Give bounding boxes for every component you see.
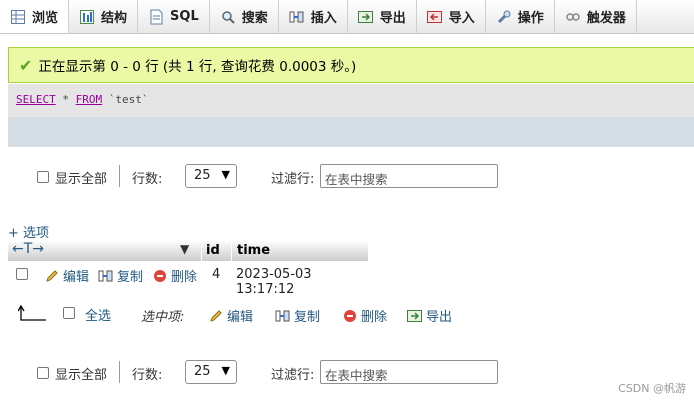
sql-query-footer (8, 117, 694, 147)
delete-icon (152, 268, 168, 284)
bulk-export-button[interactable]: 导出 (407, 306, 452, 325)
divider (119, 165, 120, 187)
tab-operations[interactable]: 操作 (486, 0, 555, 33)
column-header-id[interactable]: id (206, 240, 220, 261)
tab-label: 触发器 (586, 11, 626, 26)
tab-label: 搜索 (241, 11, 268, 26)
filter-label: 过滤行: (271, 368, 315, 383)
select-all-checkbox[interactable] (63, 307, 75, 319)
check-icon: ✔ (19, 55, 33, 75)
wrench-icon (496, 9, 512, 25)
tab-triggers[interactable]: 触发器 (555, 0, 637, 33)
tab-bar: 浏览 结构 SQL 搜索 插入 导出 导入 操作 触发器 (0, 0, 694, 34)
copy-icon (275, 308, 291, 324)
structure-icon (79, 9, 95, 25)
sql-keyword-select[interactable]: SELECT (16, 93, 56, 106)
cell-id: 4 (212, 267, 221, 282)
tab-browse[interactable]: 浏览 (0, 0, 70, 33)
row-copy-label: 复制 (117, 270, 144, 285)
row-delete-button[interactable]: 删除 (152, 266, 197, 285)
bulk-export-label: 导出 (426, 310, 453, 325)
row-checkbox[interactable] (16, 268, 28, 280)
export-icon (357, 9, 374, 25)
watermark: CSDN @帆游 (618, 382, 686, 395)
column-header-time[interactable]: time (237, 240, 270, 261)
tab-label: SQL (170, 9, 199, 24)
bulk-edit-button[interactable]: 编辑 (208, 306, 253, 325)
row-copy-button[interactable]: 复制 (98, 266, 143, 285)
search-icon (220, 9, 236, 25)
row-edit-label: 编辑 (63, 270, 90, 285)
tab-label: 插入 (310, 11, 337, 26)
success-message: ✔ 正在显示第 0 - 0 行 (共 1 行, 查询花费 0.0003 秒。) (8, 47, 694, 83)
table-row: 编辑 复制 删除 4 2023-05-03 13:17:12 (8, 262, 368, 297)
success-message-text: 正在显示第 0 - 0 行 (共 1 行, 查询花费 0.0003 秒。) (38, 59, 357, 75)
bulk-delete-label: 删除 (361, 310, 388, 325)
cell-time: 2023-05-03 13:17:12 (236, 267, 312, 297)
show-all-checkbox[interactable] (37, 367, 49, 379)
select-all-label[interactable]: 全选 (85, 305, 111, 324)
bulk-actions-row: 全选 选中项: 编辑 复制 删除 导出 (0, 304, 694, 329)
tab-sql[interactable]: SQL (138, 0, 210, 33)
rows-label: 行数: (132, 368, 163, 383)
row-edit-button[interactable]: 编辑 (44, 266, 89, 285)
rows-select[interactable]: 25 ▼ (185, 164, 237, 188)
sql-query-box: SELECT * FROM `test` (8, 84, 694, 117)
rows-select[interactable]: 25 ▼ (185, 360, 237, 384)
tab-structure[interactable]: 结构 (69, 0, 139, 33)
insert-icon (289, 9, 305, 25)
rows-label: 行数: (132, 172, 163, 187)
options-link[interactable]: + 选项 (8, 222, 49, 241)
header-divider (231, 240, 232, 261)
rows-select-value: 25 (194, 364, 211, 379)
tab-label: 导出 (379, 11, 406, 26)
nav-row-bottom: 显示全部 行数: 25 ▼ 过滤行: 在表中搜索 (0, 358, 694, 388)
pencil-icon (44, 268, 60, 284)
tab-label: 导入 (448, 11, 475, 26)
bulk-delete-button[interactable]: 删除 (342, 306, 387, 325)
header-divider (201, 240, 202, 261)
sql-table-name: `test` (102, 93, 149, 106)
trigger-icon (565, 9, 581, 25)
arrow-left-up-icon (17, 304, 48, 329)
export-icon (407, 308, 423, 324)
tab-export[interactable]: 导出 (348, 0, 417, 33)
with-selected-label: 选中项: (141, 310, 185, 325)
show-all-checkbox[interactable] (37, 171, 49, 183)
bulk-edit-label: 编辑 (227, 310, 254, 325)
import-icon (426, 9, 443, 25)
filter-label: 过滤行: (271, 172, 315, 187)
chevron-down-icon: ▼ (221, 364, 230, 377)
copy-icon (98, 268, 114, 284)
rows-select-value: 25 (194, 168, 211, 183)
row-delete-label: 删除 (171, 270, 198, 285)
browse-icon (10, 9, 26, 25)
bulk-copy-label: 复制 (294, 310, 321, 325)
sql-keyword-from[interactable]: FROM (76, 93, 103, 106)
show-all-label: 显示全部 (55, 368, 108, 383)
tab-insert[interactable]: 插入 (279, 0, 348, 33)
show-all-label: 显示全部 (55, 172, 108, 187)
table-header: ←T→ ▼ id time (8, 240, 368, 261)
divider (119, 361, 120, 383)
tab-search[interactable]: 搜索 (210, 0, 279, 33)
tab-label: 操作 (517, 11, 544, 26)
delete-icon (342, 308, 358, 324)
sql-star: * (55, 93, 76, 106)
sort-triangle-icon[interactable]: ▼ (180, 242, 189, 256)
chevron-down-icon: ▼ (221, 168, 230, 181)
tab-label: 结构 (101, 11, 128, 26)
nav-row-top: 显示全部 行数: 25 ▼ 过滤行: 在表中搜索 (0, 162, 694, 192)
tab-label: 浏览 (32, 11, 59, 26)
pencil-icon (208, 308, 224, 324)
filter-input[interactable]: 在表中搜索 (320, 164, 498, 188)
bulk-copy-button[interactable]: 复制 (275, 306, 320, 325)
filter-input[interactable]: 在表中搜索 (320, 360, 498, 384)
column-resize-arrows-icon[interactable]: ←T→ (12, 241, 44, 257)
sql-icon (148, 9, 164, 25)
tab-import[interactable]: 导入 (417, 0, 486, 33)
